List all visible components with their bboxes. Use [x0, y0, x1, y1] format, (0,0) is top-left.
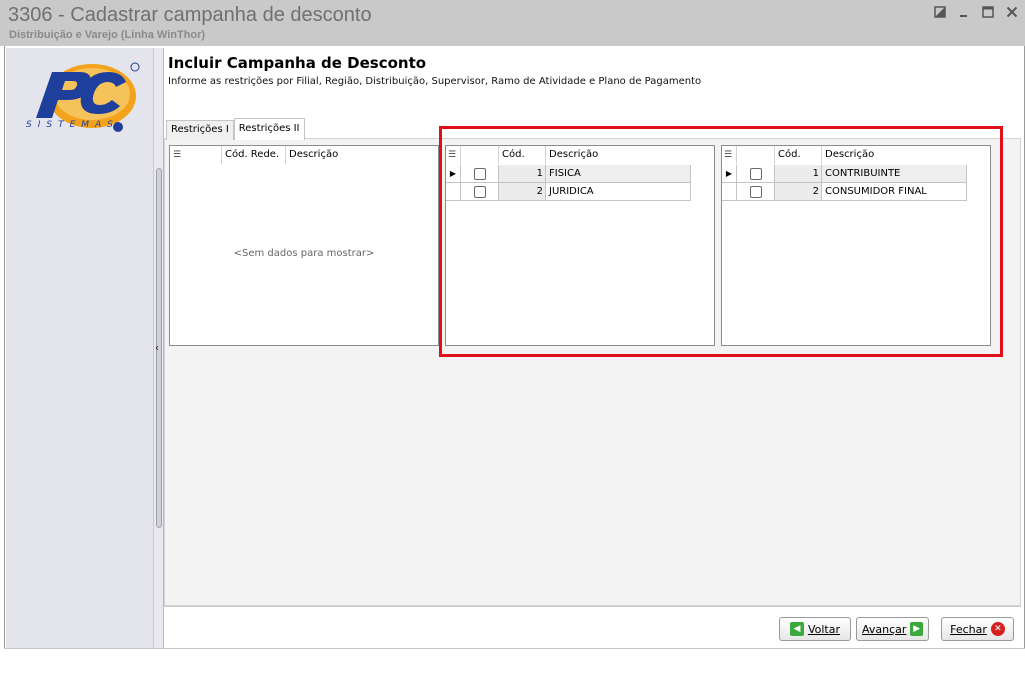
tab-restricoes-ii[interactable]: Restrições II: [233, 118, 305, 140]
page-title: Incluir Campanha de Desconto: [168, 54, 427, 72]
tab-bar: Restrições I Restrições II: [166, 118, 305, 140]
column-menu-icon[interactable]: ☰: [170, 146, 222, 164]
footer-divider: [164, 606, 1021, 607]
grid-header: ☰ Cód. Rede. Descrição: [170, 146, 436, 164]
voltar-label: Voltar: [807, 622, 841, 636]
avancar-label: Avançar: [862, 622, 907, 636]
window-title: 3306 - Cadastrar campanha de desconto: [8, 4, 372, 26]
close-circle-icon: ✕: [990, 622, 1005, 636]
close-icon[interactable]: [1003, 4, 1021, 20]
window-subtitle: Distribuição e Varejo (Linha WinThor): [9, 29, 206, 41]
minimize-icon[interactable]: [955, 4, 973, 20]
fechar-label: Fechar: [950, 622, 987, 636]
column-header-descricao[interactable]: Descrição: [286, 146, 436, 164]
highlight-box: [439, 126, 1003, 357]
tab-restricoes-i[interactable]: Restrições I: [166, 120, 234, 140]
pc-sistemas-logo: SISTEMAS: [22, 56, 142, 134]
page-description: Informe as restrições por Filial, Região…: [168, 76, 702, 87]
arrow-left-icon: ◀: [789, 622, 804, 636]
column-header-cod-rede[interactable]: Cód. Rede.: [222, 146, 286, 164]
avancar-button[interactable]: Avançar ▶: [856, 617, 929, 641]
sidebar: SISTEMAS: [6, 48, 154, 648]
window-controls: [931, 4, 1021, 20]
logo-subtext: SISTEMAS: [26, 120, 119, 130]
title-bar: 3306 - Cadastrar campanha de desconto Di…: [0, 0, 1025, 46]
empty-grid-message: <Sem dados para mostrar>: [233, 248, 375, 259]
maximize-icon[interactable]: [979, 4, 997, 20]
restore-icon[interactable]: [931, 4, 949, 20]
chevron-left-icon[interactable]: ‹: [155, 343, 159, 354]
arrow-right-icon: ▶: [910, 622, 923, 636]
fechar-button[interactable]: Fechar ✕: [941, 617, 1014, 641]
voltar-button[interactable]: ◀ Voltar: [779, 617, 851, 641]
grid-rede[interactable]: ☰ Cód. Rede. Descrição <Sem dados para m…: [169, 145, 439, 346]
sidebar-collapse-strip[interactable]: ‹: [154, 48, 164, 648]
status-strip: [4, 648, 1025, 674]
